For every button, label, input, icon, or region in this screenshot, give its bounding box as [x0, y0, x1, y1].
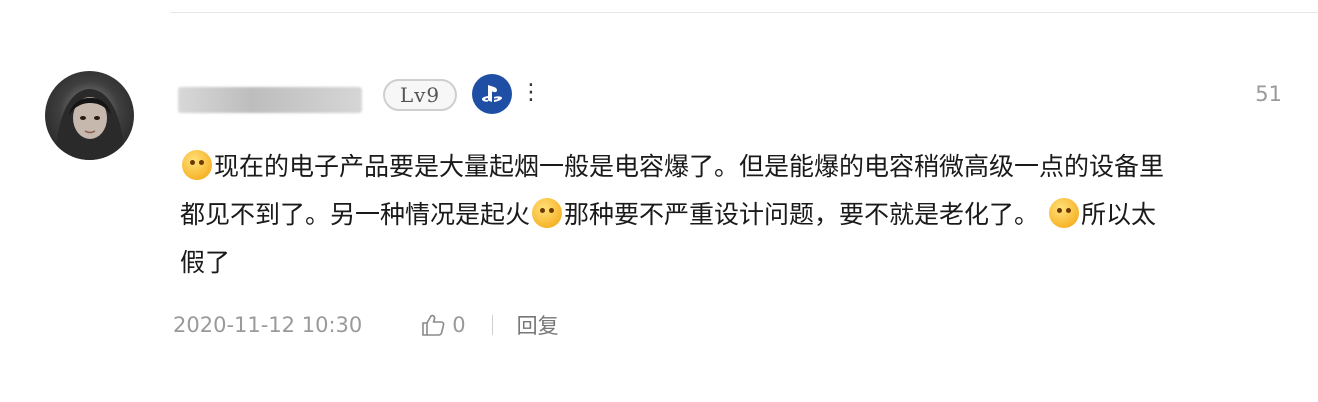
- playstation-icon[interactable]: [472, 74, 512, 114]
- floor-number: 51: [1255, 82, 1282, 106]
- comment-text-3: 那种要不严重设计问题，要不就是老化了。: [564, 200, 1040, 229]
- hungry-emoji-icon: [182, 150, 212, 180]
- username-blurred[interactable]: [178, 87, 362, 113]
- level-badge: Lv9: [383, 79, 457, 111]
- divider: [170, 12, 1318, 13]
- crying-emoji-icon: [532, 198, 563, 228]
- comment-text-1: 现在的电子产品要是大量起烟一般是电容爆了。但是能爆的电容稍微高级一点的设备里: [214, 152, 1165, 181]
- laughing-emoji-icon: [1048, 198, 1079, 228]
- reply-button[interactable]: 回复: [517, 310, 559, 340]
- thumbs-up-icon: [422, 314, 445, 336]
- comment-text-2: 都见不到了。另一种情况是起火: [180, 200, 531, 229]
- timestamp: 2020-11-12 10:30: [173, 313, 363, 337]
- like-button[interactable]: 0: [420, 312, 466, 338]
- comment-footer: 2020-11-12 10:30 0 回复: [173, 309, 559, 341]
- avatar[interactable]: [45, 71, 134, 160]
- comment-text-5: 假了: [180, 248, 231, 277]
- avatar-image: [55, 89, 125, 160]
- footer-divider: [491, 315, 493, 335]
- comment-content: 现在的电子产品要是大量起烟一般是电容爆了。但是能爆的电容稍微高级一点的设备里 都…: [180, 143, 1290, 287]
- like-count: 0: [452, 313, 466, 337]
- comment-text-4: 所以太: [1080, 200, 1156, 229]
- more-options-icon[interactable]: ⋮: [520, 80, 542, 106]
